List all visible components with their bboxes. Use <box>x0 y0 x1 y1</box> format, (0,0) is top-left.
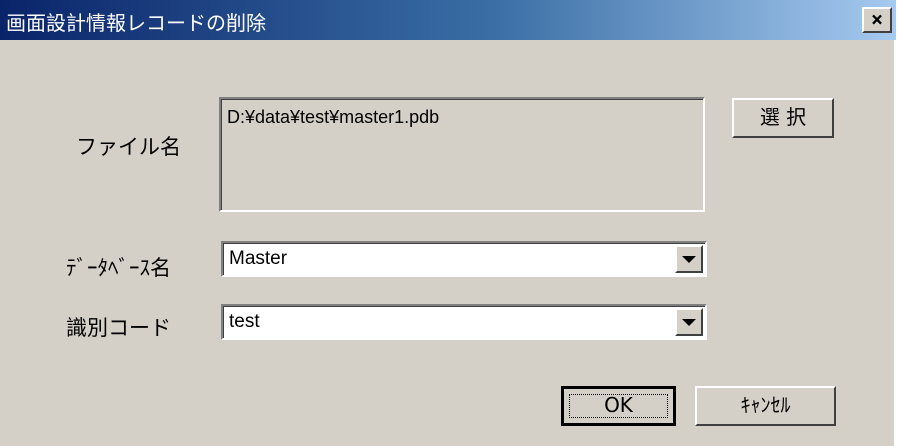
id-code-label: 識別コード <box>66 316 171 340</box>
cancel-button-label: ｷｬﾝｾﾙ <box>740 393 791 417</box>
database-dropdown-button[interactable] <box>675 245 703 273</box>
close-icon: × <box>870 7 884 31</box>
ok-button-label: OK <box>604 393 633 417</box>
close-button[interactable]: × <box>862 7 892 33</box>
id-code-value: test <box>229 311 260 332</box>
file-name-label: ファイル名 <box>76 135 181 159</box>
cancel-button[interactable]: ｷｬﾝｾﾙ <box>695 386 836 426</box>
id-code-dropdown-button[interactable] <box>675 308 703 336</box>
title-bar[interactable]: 画面設計情報レコードの削除 × <box>0 0 896 40</box>
id-code-select[interactable]: test <box>221 304 707 340</box>
database-name-value: Master <box>229 248 288 269</box>
window-title: 画面設計情報レコードの削除 <box>6 11 266 35</box>
file-name-field: D:¥data¥test¥master1.pdb <box>219 97 705 212</box>
database-name-label: ﾃﾞｰﾀﾍﾞｰｽ名 <box>66 256 171 280</box>
database-name-select[interactable]: Master <box>221 241 707 277</box>
ok-button[interactable]: OK <box>561 386 676 426</box>
select-button-label: 選 択 <box>759 105 807 129</box>
dialog-window: 画面設計情報レコードの削除 × ファイル名 D:¥data¥test¥maste… <box>0 0 896 446</box>
chevron-down-icon <box>682 255 696 263</box>
file-name-value: D:¥data¥test¥master1.pdb <box>227 107 440 127</box>
select-button[interactable]: 選 択 <box>732 98 834 138</box>
chevron-down-icon <box>682 318 696 326</box>
